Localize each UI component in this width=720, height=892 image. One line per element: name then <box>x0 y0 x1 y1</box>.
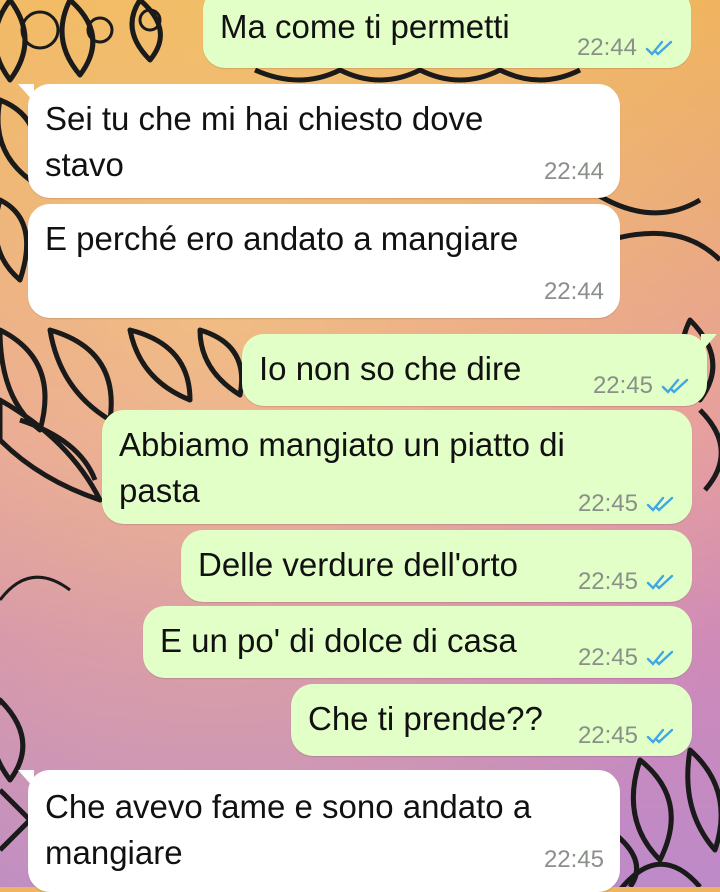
message-time: 22:45 <box>577 644 638 671</box>
double-check-read-icon <box>646 574 674 590</box>
message-bubble-outgoing[interactable]: Che ti prende?? 22:45 <box>291 684 692 756</box>
message-meta: 22:45 <box>578 644 676 672</box>
double-check-read-icon <box>646 496 674 512</box>
double-check-read-icon <box>661 378 689 394</box>
message-meta: 22:44 <box>544 158 604 186</box>
message-text: E un po' di dolce di casa <box>160 622 517 659</box>
message-bubble-outgoing[interactable]: Delle verdure dell'orto 22:45 <box>181 530 692 602</box>
double-check-read-icon <box>646 650 674 666</box>
message-bubble-outgoing[interactable]: E un po' di dolce di casa 22:45 <box>143 606 692 678</box>
double-check-read-icon <box>646 728 674 744</box>
bubble-tail <box>701 334 717 352</box>
message-text: Abbiamo mangiato un piatto di pasta <box>119 426 565 509</box>
message-text: Delle verdure dell'orto <box>198 546 518 583</box>
message-text: Che ti prende?? <box>308 700 543 737</box>
message-time: 22:45 <box>577 722 638 749</box>
message-text: E perché ero andato a mangiare <box>45 220 519 257</box>
message-meta: 22:45 <box>578 568 676 596</box>
message-meta: 22:45 <box>544 846 604 874</box>
message-time: 22:45 <box>577 568 638 595</box>
message-bubble-incoming[interactable]: Sei tu che mi hai chiesto dove stavo 22:… <box>18 84 620 198</box>
message-time: 22:45 <box>543 846 604 873</box>
message-text: Ma come ti permetti <box>220 8 510 45</box>
message-bubble-incoming[interactable]: E perché ero andato a mangiare 22:44 <box>28 204 620 318</box>
chat-thread: Ma come ti permetti 22:44 Sei tu che mi … <box>0 0 720 892</box>
double-check-read-icon <box>645 40 673 56</box>
message-bubble-outgoing[interactable]: Io non so che dire 22:45 <box>242 334 717 406</box>
message-meta: 22:44 <box>544 278 604 306</box>
message-meta: 22:45 <box>593 372 691 400</box>
message-meta: 22:45 <box>578 722 676 750</box>
message-meta: 22:44 <box>577 34 675 62</box>
message-meta: 22:45 <box>578 490 676 518</box>
message-time: 22:45 <box>592 372 653 399</box>
message-bubble-outgoing[interactable]: Ma come ti permetti 22:44 <box>203 0 691 68</box>
message-bubble-outgoing[interactable]: Abbiamo mangiato un piatto di pasta 22:4… <box>102 410 692 524</box>
message-time: 22:44 <box>543 158 604 185</box>
bubble-tail <box>18 770 34 788</box>
message-text: Che avevo fame e sono andato a mangiare <box>45 788 532 871</box>
message-time: 22:44 <box>543 278 604 305</box>
bubble-tail <box>18 84 34 102</box>
message-time: 22:44 <box>576 34 637 61</box>
message-bubble-incoming[interactable]: Che avevo fame e sono andato a mangiare … <box>18 770 620 892</box>
message-text: Sei tu che mi hai chiesto dove stavo <box>45 100 484 183</box>
message-time: 22:45 <box>577 490 638 517</box>
message-text: Io non so che dire <box>259 350 522 387</box>
